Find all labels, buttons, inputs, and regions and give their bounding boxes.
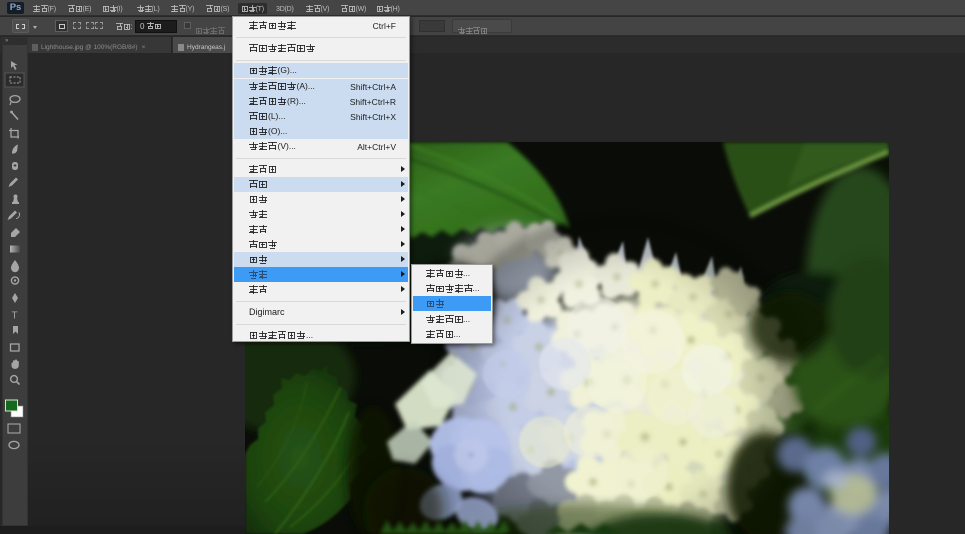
svg-text:T: T: [12, 311, 18, 322]
